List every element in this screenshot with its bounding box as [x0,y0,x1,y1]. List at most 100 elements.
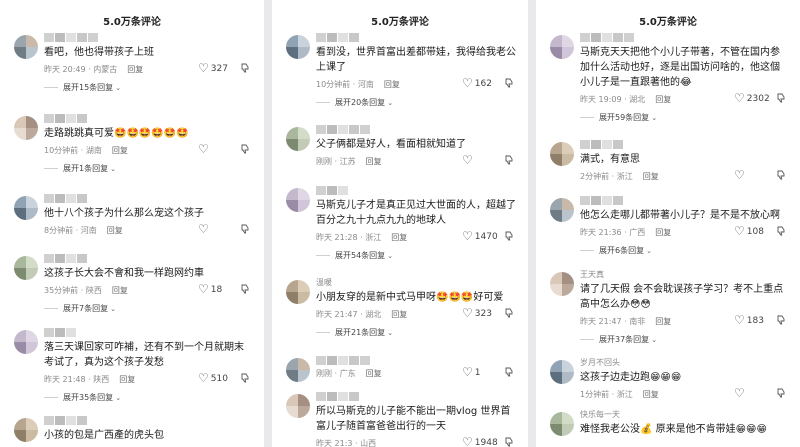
dislike-icon[interactable] [504,308,514,318]
like-button[interactable]: ♡ 327 [198,61,228,75]
avatar[interactable] [550,272,574,296]
avatar[interactable] [14,256,38,280]
reply-button[interactable]: 回复 [366,369,382,378]
like-button[interactable]: ♡ [198,142,211,156]
comment-location: 湖南 [85,146,102,155]
dislike-icon[interactable] [504,155,514,165]
avatar[interactable] [550,35,574,59]
like-button[interactable]: ♡ [462,153,475,167]
username[interactable]: 快乐每一天 [580,410,620,420]
username[interactable] [580,140,624,150]
reply-button[interactable]: 回复 [112,286,128,295]
username[interactable]: 岁月不回头 [580,358,620,368]
like-button[interactable]: ♡ 1470 [462,229,498,243]
dislike-icon[interactable] [240,284,250,294]
like-button[interactable]: ♡ 1948 [462,435,498,447]
dislike-icon[interactable] [504,437,514,447]
expand-replies-button[interactable]: 展开59条回复 ⌄ [580,112,657,123]
reply-button[interactable]: 回复 [366,157,382,166]
avatar[interactable] [286,188,310,212]
like-button[interactable]: ♡ [734,168,747,182]
blurred-username-block [613,33,623,42]
dislike-icon[interactable] [776,315,786,325]
avatar[interactable] [14,35,38,59]
username[interactable] [44,194,88,204]
username[interactable]: 溫暖 [316,278,332,288]
avatar[interactable] [550,198,574,222]
dislike-icon[interactable] [776,170,786,180]
comment-time: 昨天 20:49 [44,65,86,74]
username[interactable]: 王天真 [580,270,604,280]
username[interactable] [580,33,635,43]
expand-divider-line [580,339,594,340]
reply-button[interactable]: 回复 [112,146,128,155]
dislike-icon[interactable] [776,226,786,236]
dislike-icon[interactable] [240,144,250,154]
reply-button[interactable]: 回复 [655,317,671,326]
expand-replies-button[interactable]: 展开35条回复 ⌄ [44,392,121,403]
dislike-icon[interactable] [504,231,514,241]
like-button[interactable]: ♡ 323 [462,306,492,320]
like-button[interactable]: ♡ 510 [198,371,228,385]
username[interactable] [316,33,360,43]
avatar[interactable] [286,35,310,59]
username[interactable] [44,416,88,426]
avatar[interactable] [286,280,310,304]
username[interactable] [580,196,624,206]
like-button[interactable]: ♡ 108 [734,224,764,238]
like-button[interactable]: ♡ [734,386,747,400]
reply-button[interactable]: 回复 [655,95,671,104]
avatar[interactable] [14,116,38,140]
expand-replies-button[interactable]: 展开37条回复 ⌄ [580,334,657,345]
dislike-icon[interactable] [504,367,514,377]
like-button[interactable]: ♡ 18 [198,282,222,296]
reply-button[interactable]: 回复 [655,228,671,237]
reply-button[interactable]: 回复 [107,226,123,235]
username[interactable] [44,33,99,43]
avatar[interactable] [14,418,38,442]
dislike-icon[interactable] [240,373,250,383]
reply-button[interactable]: 回复 [391,310,407,319]
expand-replies-button[interactable]: 展开1条回复 ⌄ [44,163,116,174]
reply-button[interactable]: 回复 [119,375,135,384]
blurred-username-block [66,254,76,263]
reply-button[interactable]: 回复 [127,65,143,74]
expand-replies-button[interactable]: 展开20条回复 ⌄ [316,97,393,108]
expand-replies-button[interactable]: 展开6条回复 ⌄ [580,245,652,256]
username[interactable] [316,125,371,135]
avatar[interactable] [550,142,574,166]
like-button[interactable]: ♡ [198,222,211,236]
avatar[interactable] [14,196,38,220]
avatar[interactable] [286,358,310,382]
username[interactable] [44,328,77,338]
dislike-icon[interactable] [504,78,514,88]
expand-replies-button[interactable]: 展开7条回复 ⌄ [44,303,116,314]
reply-button[interactable]: 回复 [391,233,407,242]
expand-replies-button[interactable]: 展开15条回复 ⌄ [44,82,121,93]
avatar[interactable] [550,412,574,436]
like-button[interactable]: ♡ 162 [462,76,492,90]
dislike-icon[interactable] [240,63,250,73]
dislike-icon[interactable] [776,388,786,398]
avatar[interactable] [286,127,310,151]
reply-button[interactable]: 回复 [384,80,400,89]
avatar[interactable] [286,394,310,418]
like-button[interactable]: ♡ 1 [462,365,481,379]
expand-replies-button[interactable]: 展开21条回复 ⌄ [316,327,393,338]
username[interactable] [316,356,371,366]
like-button[interactable]: ♡ 2302 [734,91,770,105]
reply-button[interactable]: 回复 [643,390,659,399]
avatar[interactable] [14,330,38,354]
blurred-username-block [55,254,65,263]
expand-divider-line [580,250,594,251]
dislike-icon[interactable] [776,93,786,103]
dislike-icon[interactable] [240,224,250,234]
avatar[interactable] [550,360,574,384]
reply-button[interactable]: 回复 [643,172,659,181]
username[interactable] [316,392,360,402]
username[interactable] [44,254,88,264]
expand-replies-button[interactable]: 展开54条回复 ⌄ [316,250,393,261]
username[interactable] [316,186,349,196]
like-button[interactable]: ♡ 183 [734,313,764,327]
username[interactable] [44,114,88,124]
